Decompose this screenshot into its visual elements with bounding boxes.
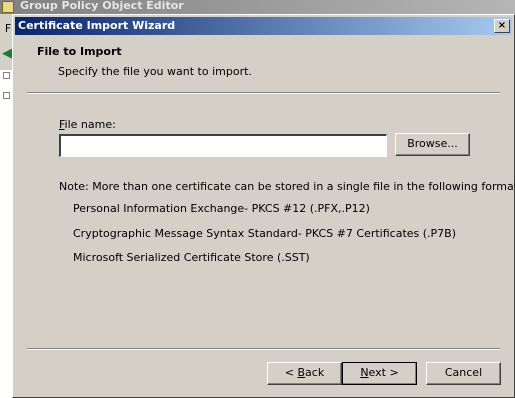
background-app-titlebar: Group Policy Object Editor xyxy=(0,0,515,14)
file-name-label-text: ile name: xyxy=(64,118,116,131)
next-button-label: ext > xyxy=(368,366,399,379)
cancel-button[interactable]: Cancel xyxy=(426,362,501,385)
background-app-title: Group Policy Object Editor xyxy=(20,0,184,12)
app-icon xyxy=(2,1,14,13)
format-item: Personal Information Exchange- PKCS #12 … xyxy=(73,202,370,215)
header-divider xyxy=(27,92,500,94)
back-button-label: ack xyxy=(305,366,325,379)
back-button[interactable]: < Back xyxy=(267,362,342,385)
wizard-header: File to Import Specify the file you want… xyxy=(15,35,512,91)
close-icon: × xyxy=(497,20,507,31)
back-button-prefix: < xyxy=(284,366,298,379)
format-item: Cryptographic Message Syntax Standard- P… xyxy=(73,227,457,240)
file-name-label: File name: xyxy=(59,118,116,131)
page-title: File to Import xyxy=(37,45,122,58)
formats-note: Note: More than one certificate can be s… xyxy=(59,180,515,193)
next-button-mnemonic: N xyxy=(360,366,369,379)
browse-button[interactable]: Browse... xyxy=(395,133,470,156)
next-button[interactable]: Next > xyxy=(342,362,417,385)
tree-expander-icon[interactable] xyxy=(3,72,10,79)
page-subtitle: Specify the file you want to import. xyxy=(58,65,252,78)
tree-expander-icon[interactable] xyxy=(3,92,10,99)
dialog-title: Certificate Import Wizard xyxy=(18,19,176,32)
file-name-input[interactable] xyxy=(59,134,387,157)
screen: Group Policy Object Editor F ◀ Certifica… xyxy=(0,0,515,398)
format-item: Microsoft Serialized Certificate Store (… xyxy=(73,251,310,264)
footer-divider xyxy=(27,348,500,350)
certificate-import-wizard-dialog: Certificate Import Wizard × File to Impo… xyxy=(12,14,515,398)
close-button[interactable]: × xyxy=(494,19,510,33)
dialog-titlebar[interactable]: Certificate Import Wizard × xyxy=(15,17,512,35)
back-button-mnemonic: B xyxy=(297,366,306,379)
